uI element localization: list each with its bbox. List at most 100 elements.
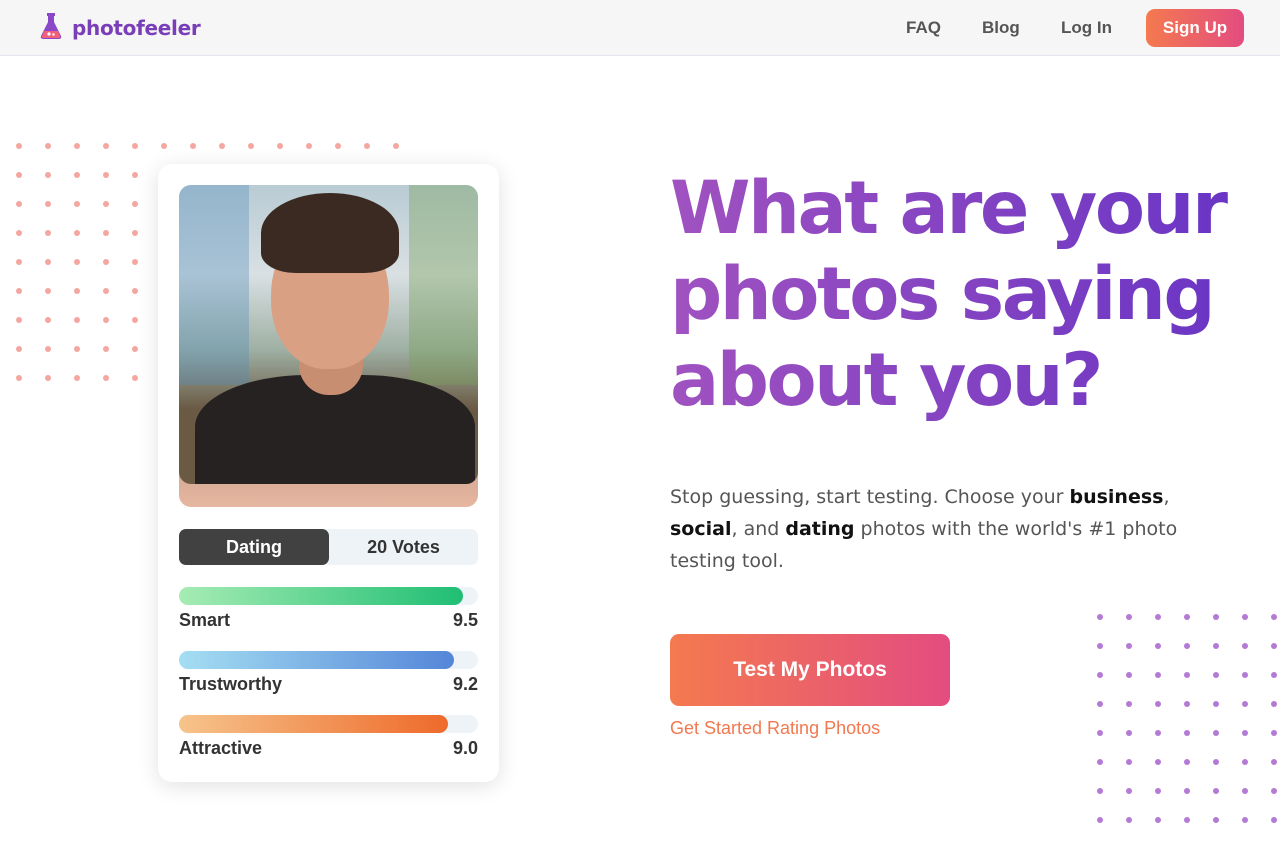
decorative-dot [1242,759,1248,765]
metric-value: 9.2 [452,674,478,694]
decorative-dot [132,172,138,178]
decorative-dot [1271,643,1277,649]
decorative-dot [1271,672,1277,678]
decorative-dot [74,375,80,381]
photo-stack [179,185,478,507]
decorative-dot [1271,788,1277,794]
decorative-dot [1213,730,1219,736]
decorative-dot [132,346,138,352]
hero-title: What are your photos saying about you? [670,166,1230,424]
decorative-dot [1213,817,1219,823]
decorative-dot [1242,817,1248,823]
nav-link-faq[interactable]: FAQ [906,18,941,38]
decorative-dot [1155,730,1161,736]
profile-photo [179,185,478,484]
decorative-dot [103,201,109,207]
decorative-dot [74,259,80,265]
decorative-dot [1242,788,1248,794]
decorative-dot [1271,759,1277,765]
decorative-dot [1126,672,1132,678]
decorative-dot [16,230,22,236]
decorative-dot [1242,730,1248,736]
decorative-dot [277,143,283,149]
decorative-dot [1126,730,1132,736]
decorative-dot [1155,672,1161,678]
decorative-dot [364,143,370,149]
metric-smart: Smart 9.5 [179,587,478,637]
metric-attractive: Attractive 9.0 [179,715,478,765]
decorative-dot [45,201,51,207]
decorative-dot [1213,759,1219,765]
logo-link[interactable]: photofeeler [38,12,201,44]
decorative-dot [1126,614,1132,620]
get-started-rating-link[interactable]: Get Started Rating Photos [670,718,880,739]
decorative-dot [1242,701,1248,707]
decorative-dot [74,288,80,294]
decorative-dot [161,143,167,149]
decorative-dot [1213,672,1219,678]
decorative-dot [1126,643,1132,649]
decorative-dot [393,143,399,149]
decorative-dot [1184,701,1190,707]
metric-value: 9.0 [452,738,478,758]
decorative-dot [74,230,80,236]
decorative-dot [1097,730,1103,736]
decorative-dot [132,375,138,381]
decorative-dot [132,230,138,236]
decorative-dot [132,317,138,323]
decorative-dot [45,346,51,352]
decorative-dot [45,375,51,381]
decorative-dot [1242,643,1248,649]
decorative-dot [103,172,109,178]
decorative-dot [45,172,51,178]
decorative-dot [219,143,225,149]
tab-dating[interactable]: Dating [179,529,329,565]
decorative-dot [1155,759,1161,765]
decorative-dot [1184,788,1190,794]
decorative-dot [103,230,109,236]
decorative-dot [45,143,51,149]
test-my-photos-button[interactable]: Test My Photos [670,634,950,706]
decorative-dot [1126,701,1132,707]
decorative-dot [1126,788,1132,794]
decorative-dot [16,201,22,207]
decorative-dot [103,288,109,294]
decorative-dot [306,143,312,149]
decorative-dot [74,317,80,323]
decorative-dot [74,143,80,149]
smart-bar-fill [179,587,464,605]
decorative-dot [74,172,80,178]
decorative-dot [1271,701,1277,707]
decorative-dot [1097,788,1103,794]
decorative-dot [1097,614,1103,620]
hero-subtitle: Stop guessing, start testing. Choose you… [670,486,1178,572]
decorative-dot [1184,759,1190,765]
decorative-dot [103,375,109,381]
decorative-dot [1097,643,1103,649]
top-nav-bar: photofeeler FAQ Blog Log In Sign Up [0,0,1280,56]
decorative-dot [248,143,254,149]
decorative-dot [132,201,138,207]
signup-button[interactable]: Sign Up [1146,9,1244,47]
brand-name: photofeeler [72,16,201,40]
decorative-dot [16,375,22,381]
decorative-dot [103,346,109,352]
decorative-dot [1271,614,1277,620]
decorative-dot [132,259,138,265]
nav-link-blog[interactable]: Blog [982,18,1020,38]
decorative-dot [45,317,51,323]
decorative-dot [103,259,109,265]
nav-link-login[interactable]: Log In [1061,18,1112,38]
decorative-dot [1155,614,1161,620]
decorative-dot [1213,614,1219,620]
decorative-dot [335,143,341,149]
decorative-dot [1184,817,1190,823]
decorative-dot [1242,672,1248,678]
attractive-bar-fill [179,715,449,733]
bar-track [179,587,478,605]
decorative-dot [74,346,80,352]
category-toggle: Dating 20 Votes [179,529,478,565]
decorative-dot [45,230,51,236]
decorative-dot [1242,614,1248,620]
decorative-dot [16,346,22,352]
